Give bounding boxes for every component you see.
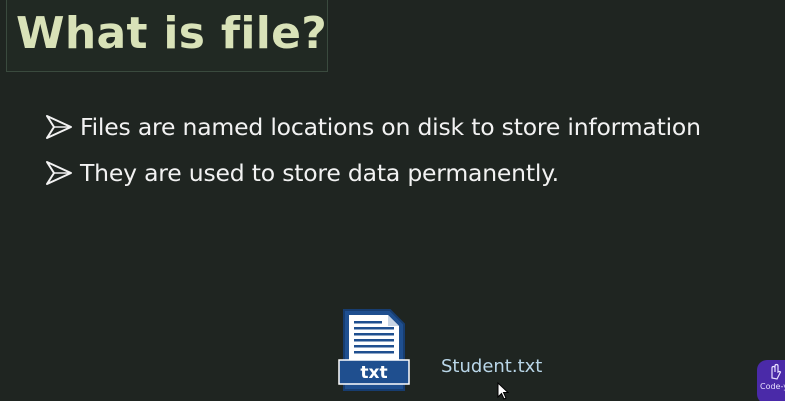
logo-text: Code-y: [760, 382, 785, 391]
file-name-label: Student.txt: [441, 356, 543, 377]
file-icon-label: txt: [360, 363, 387, 383]
mouse-pointer-icon: [497, 382, 509, 400]
bullet-item: Files are named locations on disk to sto…: [44, 104, 779, 150]
arrowhead-bullet-icon: [46, 115, 72, 139]
txt-file-icon: txt: [338, 309, 410, 391]
bullet-text: Files are named locations on disk to sto…: [80, 113, 701, 141]
bullet-item: They are used to store data permanently.: [44, 150, 779, 196]
bullet-list: Files are named locations on disk to sto…: [44, 104, 779, 196]
arrowhead-bullet-icon: [46, 161, 72, 185]
channel-logo-icon: Code-y: [757, 360, 785, 401]
bullet-text: They are used to store data permanently.: [80, 159, 559, 187]
slide-title: What is file?: [16, 8, 328, 59]
hand-icon: [771, 363, 782, 380]
slide: What is file? Files are named locations …: [0, 0, 785, 401]
